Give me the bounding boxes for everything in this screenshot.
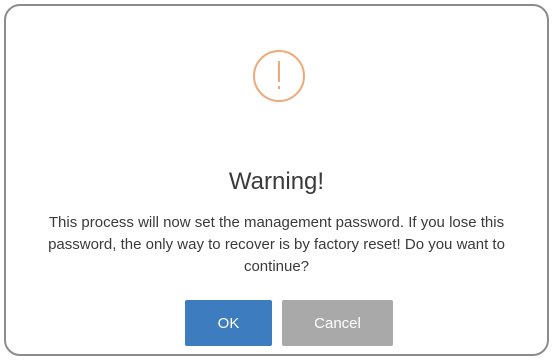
dialog-message: This process will now set the management… bbox=[48, 214, 505, 275]
exclamation-circle-icon bbox=[253, 50, 305, 102]
cancel-button[interactable]: Cancel bbox=[282, 300, 393, 346]
ok-button[interactable]: OK bbox=[185, 300, 272, 346]
dialog-title: Warning! bbox=[228, 168, 325, 195]
warning-dialog: Warning! This process will now set the m… bbox=[4, 4, 549, 356]
